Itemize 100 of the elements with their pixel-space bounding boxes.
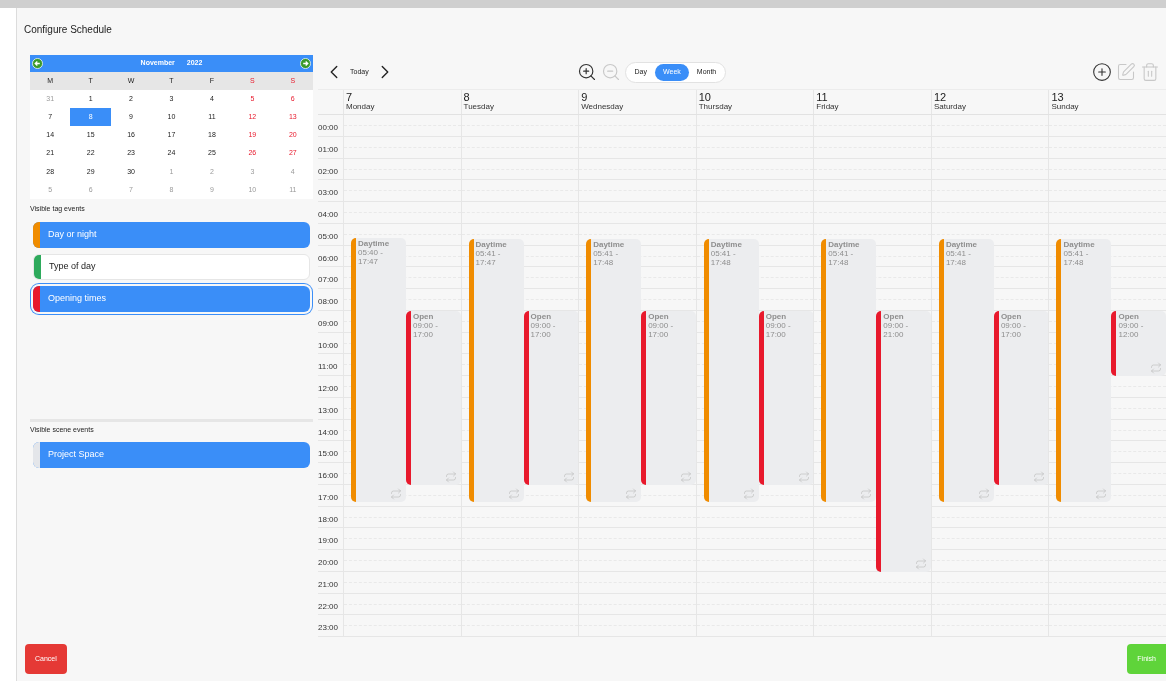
weekday-name: Tuesday <box>463 103 495 112</box>
event-time: 05:41 - 17:47 <box>475 248 501 267</box>
event-title: Open <box>413 311 435 321</box>
repeat-icon <box>680 470 693 483</box>
event-title: Daytime <box>1063 239 1096 249</box>
day-number: 9 <box>581 92 589 104</box>
repeat-icon <box>507 487 520 500</box>
repeat-icon <box>1095 488 1108 501</box>
zoom-in-icon[interactable] <box>576 62 597 83</box>
repeat-icon <box>915 557 928 570</box>
hour-label: 08:00 <box>318 297 339 306</box>
hour-label: 12:00 <box>318 384 339 393</box>
repeat-icon <box>390 487 402 500</box>
event-title: Open <box>1118 311 1140 321</box>
event-title: Open <box>765 311 788 321</box>
add-icon[interactable] <box>1092 62 1112 83</box>
event-block[interactable]: Daytime 05:41 - 17:48 <box>703 238 759 503</box>
repeat-icon <box>977 488 990 501</box>
day-number: 10 <box>698 92 712 104</box>
event-time: 09:00 - 21:00 <box>883 320 910 339</box>
hour-label: 04:00 <box>318 210 339 219</box>
event-title: Open <box>883 311 905 321</box>
event-title: Open <box>530 311 553 321</box>
event-block[interactable]: Open 09:00 - 17:00 <box>406 310 461 485</box>
hour-label: 09:00 <box>318 318 339 328</box>
event-time: 09:00 - 17:00 <box>530 320 557 339</box>
weekday-name: Monday <box>346 103 376 112</box>
event-title: Daytime <box>828 239 861 249</box>
next-month-icon[interactable] <box>300 58 311 69</box>
hour-label: 13:00 <box>318 405 339 415</box>
event-filter-item[interactable]: Day or night <box>33 221 310 248</box>
hour-label: 18:00 <box>318 514 339 524</box>
event-time: 09:00 - 17:00 <box>1000 320 1027 339</box>
hour-label: 20:00 <box>318 558 339 567</box>
weekday-name: Saturday <box>933 103 967 112</box>
hour-label: 11:00 <box>318 362 338 372</box>
hour-label: 06:00 <box>318 253 339 263</box>
hour-label: 23:00 <box>318 623 339 633</box>
event-title: Daytime <box>710 239 743 249</box>
day-number: 11 <box>816 92 829 104</box>
event-title: Daytime <box>593 239 626 249</box>
repeat-icon <box>860 488 873 501</box>
hour-label: 21:00 <box>318 579 339 589</box>
hour-label: 05:00 <box>318 231 339 241</box>
hour-label: 02:00 <box>318 166 339 176</box>
day-number: 7 <box>346 92 354 104</box>
event-block[interactable]: Open 09:00 - 17:00 <box>641 310 697 485</box>
event-block[interactable]: Daytime 05:40 - 17:47 <box>351 238 406 502</box>
weekday-name: Sunday <box>1051 103 1080 112</box>
hour-label: 14:00 <box>318 427 339 437</box>
event-block[interactable]: Daytime 05:41 - 17:48 <box>821 238 877 503</box>
event-time: 05:40 - 17:47 <box>358 248 384 267</box>
hour-label: 16:00 <box>318 471 339 480</box>
repeat-icon <box>1032 470 1045 483</box>
event-time: 05:41 - 17:48 <box>945 248 971 267</box>
event-title: Daytime <box>475 239 508 249</box>
event-block[interactable]: Open 09:00 - 17:00 <box>993 310 1049 485</box>
repeat-icon <box>562 470 575 483</box>
event-title: Open <box>648 311 670 321</box>
event-time: 09:00 - 17:00 <box>765 320 792 339</box>
event-time: 09:00 - 12:00 <box>1118 320 1145 339</box>
event-title: Open <box>1000 311 1023 321</box>
event-filter-item[interactable]: Type of day <box>33 253 310 280</box>
event-title: Daytime <box>358 239 391 249</box>
event-block[interactable]: Daytime 05:41 - 17:48 <box>1056 238 1112 503</box>
day-number: 13 <box>1051 92 1065 104</box>
event-block[interactable]: Open 09:00 - 17:00 <box>758 310 814 485</box>
weekday-name: Friday <box>816 103 840 112</box>
event-block[interactable]: Open 09:00 - 17:00 <box>523 310 579 485</box>
day-number: 12 <box>933 92 948 104</box>
event-block[interactable]: Daytime 05:41 - 17:48 <box>586 238 642 503</box>
repeat-icon <box>1150 362 1163 374</box>
previous-month-icon[interactable] <box>32 58 43 69</box>
weekday-name: Thursday <box>698 103 734 112</box>
hour-label: 00:00 <box>318 123 339 132</box>
repeat-icon <box>445 470 457 483</box>
event-block[interactable]: Open 09:00 - 21:00 <box>876 310 932 572</box>
event-block[interactable]: Daytime 05:41 - 17:47 <box>468 238 524 502</box>
hour-label: 10:00 <box>318 340 339 350</box>
event-block[interactable]: Open 09:00 - 12:00 <box>1111 310 1166 376</box>
repeat-icon <box>797 470 810 483</box>
event-filter-item[interactable]: Opening times <box>33 285 310 312</box>
hour-label: 22:00 <box>318 601 339 611</box>
event-block[interactable]: Daytime 05:41 - 17:48 <box>938 238 994 503</box>
hour-label: 17:00 <box>318 492 339 502</box>
repeat-icon <box>625 488 638 501</box>
event-time: 05:41 - 17:48 <box>710 248 736 267</box>
day-number: 8 <box>463 92 471 104</box>
event-time: 09:00 - 17:00 <box>648 320 675 339</box>
event-time: 05:41 - 17:48 <box>593 248 619 267</box>
event-filter-item[interactable]: Project Space <box>33 442 310 469</box>
hour-label: 07:00 <box>318 275 339 285</box>
hour-label: 15:00 <box>318 449 339 459</box>
event-time: 05:41 - 17:48 <box>828 248 854 267</box>
window-title: Configure Schedule <box>24 24 112 35</box>
hour-label: 19:00 <box>318 536 339 546</box>
event-time: 09:00 - 17:00 <box>413 320 439 339</box>
event-title: Daytime <box>945 239 978 249</box>
hour-label: 01:00 <box>318 144 339 154</box>
event-time: 05:41 - 17:48 <box>1063 248 1089 267</box>
